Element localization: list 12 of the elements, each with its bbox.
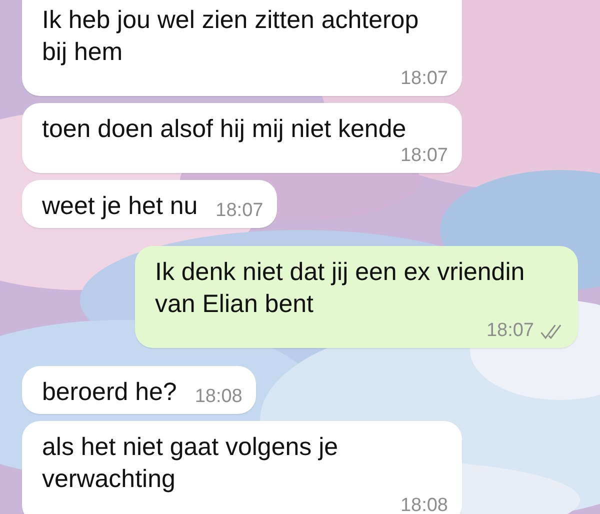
message-time: 18:07 bbox=[216, 200, 264, 222]
message-text: Ik denk niet dat jij een ex vriendin van Elian bent bbox=[155, 257, 526, 320]
message-text: toen doen alsof hij mij niet kende bbox=[42, 114, 406, 145]
message-time: 18:07 bbox=[400, 68, 448, 90]
message-time: 18:07 bbox=[400, 145, 448, 167]
message-text: als het niet gaat volgens je verwachting bbox=[42, 432, 340, 495]
message-text: Ik heb jou wel zien zitten achterop bij hem bbox=[42, 5, 420, 68]
message-time: 18:07 bbox=[486, 320, 534, 342]
message-time: 18:08 bbox=[400, 495, 448, 514]
message-time: 18:08 bbox=[194, 386, 242, 408]
message-text: beroerd he? bbox=[42, 377, 177, 408]
message-text: weet je het nu bbox=[42, 191, 198, 222]
